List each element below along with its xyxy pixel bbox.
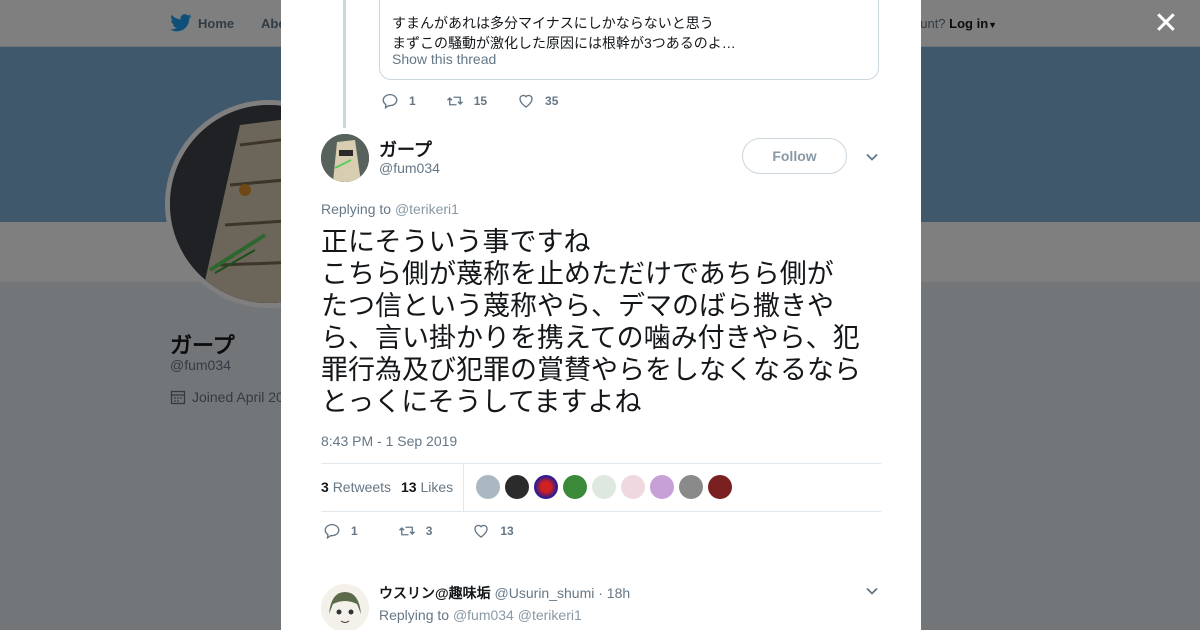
prev-tweet-actions: 1 15 35 [381,92,588,110]
quote-text-line: すまんがあれは多分マイナスにしかならないと思う [392,15,714,31]
liker-avatar[interactable] [505,475,529,499]
thread-connector [343,0,346,128]
reply-time[interactable]: · 18h [598,585,630,601]
liker-avatar[interactable] [563,475,587,499]
quote-text-line: まずこの騒動が激化した原因には根幹が3つあるのよ… [392,35,736,51]
tweet-actions: 1 3 13 [323,522,554,540]
reply-header: ウスリン@趣味垢 @Usurin_shumi · 18h [379,583,630,603]
tweet-text-line: こちら側が蔑称を止めただけであちら側が [321,259,834,290]
like-button[interactable]: 35 [517,92,558,110]
retweet-button[interactable]: 15 [446,92,487,110]
tweet-text-line: とっくにそうしてますよね [321,387,642,418]
tweet-text-line: ら、言い掛かりを携えての噛み付きやら、犯 [321,323,860,354]
close-icon[interactable]: ✕ [1150,8,1182,40]
liker-avatar[interactable] [621,475,645,499]
reply-author-avatar[interactable] [321,584,369,630]
tweet-modal: すまんがあれは多分マイナスにしかならないと思う まずこの騒動が激化した原因には根… [281,0,921,630]
mention-link[interactable]: @terikeri1 [518,607,582,623]
tweet-text-line: 正にそういう事ですね [321,227,591,258]
reply-author-name[interactable]: ウスリン@趣味垢 [379,585,491,601]
reply-button[interactable]: 1 [381,92,416,110]
reply-icon [382,93,398,110]
stats-divider [463,464,464,511]
liker-avatar[interactable] [679,475,703,499]
reply-author-handle[interactable]: @Usurin_shumi [495,585,595,601]
like-button[interactable]: 13 [472,522,514,540]
retweet-button[interactable]: 3 [398,522,432,540]
tweet-stats: 3 Retweets 13 Likes [321,463,881,512]
mention-link[interactable]: @fum034 [453,607,514,623]
heart-icon [474,524,489,538]
heart-icon [519,94,533,108]
follow-button[interactable]: Follow [742,138,847,174]
tweet-timestamp[interactable]: 8:43 PM - 1 Sep 2019 [321,433,457,449]
tweet-text-line: たつ信という蔑称やら、デマのばら撒きや [321,291,834,322]
like-stat[interactable]: 13 Likes [401,479,453,495]
reply-button[interactable]: 1 [323,522,358,540]
tweet-text: 正にそういう事ですね こちら側が蔑称を止めただけであちら側が たつ信という蔑称や… [321,227,886,419]
liker-avatar[interactable] [534,475,558,499]
retweet-stat[interactable]: 3 Retweets [321,479,391,495]
retweet-icon [446,96,463,106]
mention-link[interactable]: @terikeri1 [395,201,459,217]
liker-avatar[interactable] [592,475,616,499]
liker-avatar[interactable] [476,475,500,499]
liker-avatar[interactable] [650,475,674,499]
chevron-down-icon[interactable] [865,584,879,598]
author-handle[interactable]: @fum034 [379,160,440,176]
chevron-down-icon[interactable] [865,150,879,164]
replying-to: Replying to @terikeri1 [321,201,459,217]
liker-avatar[interactable] [708,475,732,499]
tweet-text-line: 罪行為及び犯罪の賞賛やらをしなくなるなら [321,355,861,386]
quoted-tweet-card[interactable]: すまんがあれは多分マイナスにしかならないと思う まずこの騒動が激化した原因には根… [379,0,879,80]
reply-icon [324,523,340,540]
liker-avatars [476,475,732,499]
author-avatar[interactable] [321,134,369,182]
author-name[interactable]: ガープ [379,136,432,162]
retweet-icon [398,526,415,536]
reply-replying-to: Replying to @fum034 @terikeri1 [379,607,582,623]
show-thread-link[interactable]: Show this thread [392,51,496,67]
